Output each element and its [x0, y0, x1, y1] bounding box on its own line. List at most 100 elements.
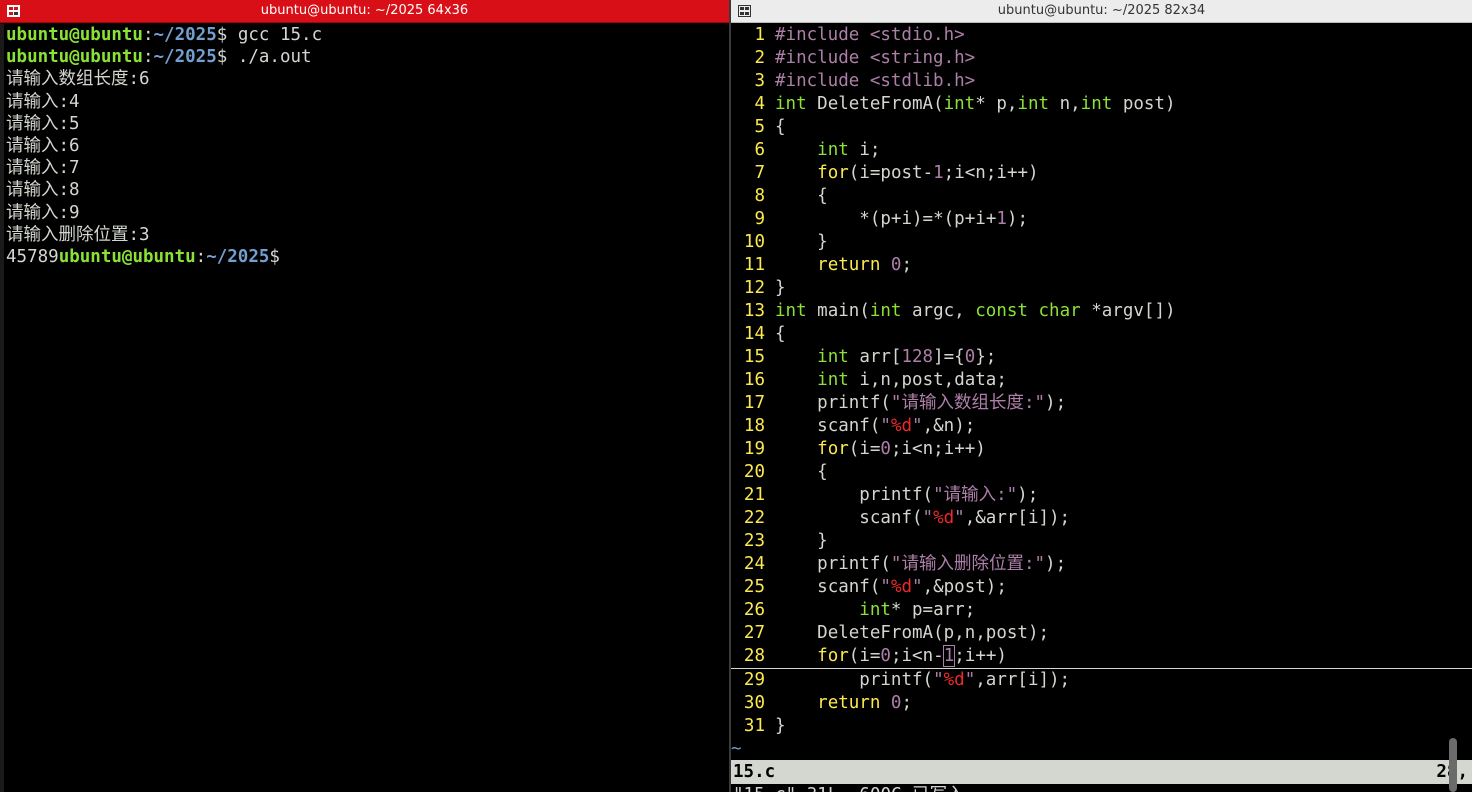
code-token: n	[922, 646, 934, 666]
code-token: ;	[869, 140, 881, 160]
line-number: 10	[743, 232, 765, 252]
code-token: post	[901, 370, 944, 390]
code-token: int	[817, 370, 849, 390]
code-token: p	[912, 600, 923, 620]
line-number: 3	[754, 71, 765, 91]
code-token: i	[1027, 508, 1039, 528]
code-line: 17 printf("请输入数组长度:");	[731, 392, 1472, 415]
code-token: (	[922, 485, 934, 505]
code-token: i	[859, 646, 870, 666]
code-token: ,	[975, 623, 986, 643]
number-literal: 1	[996, 209, 1007, 229]
code-token: ,	[890, 370, 902, 390]
code-line: 24 printf("请输入删除位置:");	[731, 553, 1472, 576]
line-number: 20	[743, 462, 765, 482]
code-token: ++)	[1006, 163, 1039, 183]
left-scrollbar[interactable]	[0, 24, 4, 792]
line-number: 26	[743, 600, 765, 620]
code-token: p	[943, 623, 955, 643]
code-line: 27 DeleteFromA(p,n,post);	[731, 622, 1472, 645]
preprocessor-directive: #include <stdio.h>	[775, 25, 965, 45]
line-number: 5	[754, 117, 765, 137]
code-token: *	[1091, 301, 1102, 321]
output-text: 请输入:6	[6, 135, 80, 156]
code-line: 10 }	[731, 231, 1472, 254]
code-token: i	[975, 209, 986, 229]
code-token: ++)	[975, 646, 1007, 666]
code-token: )=*(	[912, 209, 955, 229]
code-token: i	[943, 439, 955, 459]
code-token: i	[954, 163, 965, 183]
code-token: ,&	[922, 416, 944, 436]
code-token: (	[869, 416, 881, 436]
line-number: 17	[743, 393, 765, 413]
code-token: i	[859, 140, 870, 160]
code-token: ,	[1070, 94, 1081, 114]
code-token: );	[985, 577, 1007, 597]
output-text: 请输入:7	[6, 158, 80, 179]
terminal-output[interactable]: ubuntu@ubuntu:~/2025$ gcc 15.c ubuntu@ubu…	[6, 24, 729, 792]
program-output: 45789	[6, 246, 59, 267]
prompt-separator: :	[142, 47, 154, 68]
code-token: printf	[817, 554, 881, 574]
terminal-line: 请输入:7	[6, 157, 729, 179]
code-line: 4 int DeleteFromA(int* p,int n,int post)	[731, 93, 1472, 116]
code-token: (	[869, 577, 881, 597]
code-token: int	[1080, 94, 1113, 114]
code-token: ,&	[964, 508, 986, 528]
code-token: ;	[954, 646, 965, 666]
output-text: 请输入:9	[6, 202, 80, 223]
right-window-titlebar[interactable]: ubuntu@ubuntu: ~/2025 82x34	[731, 0, 1472, 23]
vim-editor-buffer[interactable]: 1 #include <stdio.h> 2 #include <string.h> 3…	[731, 24, 1472, 761]
code-line: 16 int i,n,post,data;	[731, 369, 1472, 392]
code-line: 18 scanf("%d",&n);	[731, 415, 1472, 438]
code-line: 28 for(i=0;i<n-1;i++)	[731, 645, 1472, 669]
code-token: <	[912, 646, 923, 666]
code-token: return	[817, 255, 881, 275]
terminal-line: ubuntu@ubuntu:~/2025$ ./a.out	[6, 46, 729, 68]
code-token: printf	[859, 485, 923, 505]
left-window-titlebar[interactable]: ubuntu@ubuntu: ~/2025 64x36	[0, 0, 729, 23]
code-token: [	[890, 347, 902, 367]
code-token: char	[1038, 301, 1081, 321]
code-token: (	[922, 670, 934, 690]
right-terminal-window[interactable]: ubuntu@ubuntu: ~/2025 82x34 1 #include <s…	[731, 0, 1472, 792]
code-token: n	[1059, 94, 1071, 114]
code-token: int	[1017, 94, 1050, 114]
code-token: arr	[933, 600, 965, 620]
code-token: scanf	[859, 508, 912, 528]
code-token: [	[1017, 670, 1028, 690]
left-terminal-window[interactable]: ubuntu@ubuntu: ~/2025 64x36 ubuntu@ubunt…	[0, 0, 729, 792]
code-token: printf	[859, 670, 923, 690]
code-token: (	[880, 393, 891, 413]
format-specifier: %d	[890, 416, 913, 436]
format-specifier: %d	[943, 670, 965, 690]
code-token: ,	[954, 623, 965, 643]
line-number: 27	[743, 623, 765, 643]
preprocessor-directive: #include <stdlib.h>	[775, 71, 976, 91]
line-number: 18	[743, 416, 765, 436]
string-literal: "	[912, 416, 923, 436]
code-line: 14 {	[731, 323, 1472, 346]
code-token: data	[954, 370, 997, 390]
line-number: 7	[754, 163, 765, 183]
code-token: post	[1122, 94, 1165, 114]
code-token: }	[817, 531, 828, 551]
output-text: 请输入:4	[6, 91, 80, 112]
number-literal: 128	[901, 347, 934, 367]
code-token: for	[817, 163, 849, 183]
right-scrollbar-thumb[interactable]	[1449, 738, 1457, 792]
code-line: 26 int* p=arr;	[731, 599, 1472, 622]
code-token: );	[1045, 554, 1067, 574]
prompt-symbol: $	[216, 25, 238, 45]
code-token: i	[996, 163, 1007, 183]
